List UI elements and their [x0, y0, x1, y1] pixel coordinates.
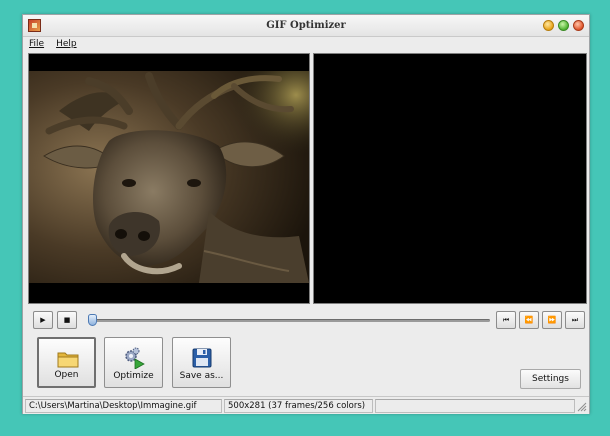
gears-play-icon	[125, 347, 145, 369]
minimize-icon[interactable]	[543, 20, 554, 31]
first-frame-icon: ⏮	[502, 316, 510, 324]
last-frame-icon: ⏭	[571, 316, 579, 324]
menu-help[interactable]: Help	[54, 38, 79, 52]
window-title: GIF Optimizer	[266, 20, 346, 31]
status-file-path: C:\Users\Martina\Desktop\Immagine.gif	[25, 399, 222, 413]
next-frame-icon: ⏩	[547, 316, 557, 324]
seek-slider[interactable]	[88, 319, 490, 322]
previous-frame-button[interactable]: ⏪	[519, 311, 539, 329]
seek-slider-thumb[interactable]	[88, 314, 97, 326]
close-icon[interactable]	[573, 20, 584, 31]
status-bar: C:\Users\Martina\Desktop\Immagine.gif 50…	[23, 396, 589, 414]
play-button[interactable]: ▶	[33, 311, 53, 329]
menu-file[interactable]: File	[27, 38, 46, 52]
app-window: GIF Optimizer File Help ▶ ■ ⏮ ⏪ ⏩ ⏭ Open…	[22, 14, 590, 414]
play-icon: ▶	[40, 316, 46, 324]
floppy-disk-icon	[192, 348, 212, 368]
deer-photo-art	[29, 71, 309, 283]
open-button-label: Open	[54, 370, 79, 380]
status-extra	[375, 399, 575, 413]
optimize-button-label: Optimize	[113, 371, 154, 381]
maximize-icon[interactable]	[558, 20, 569, 31]
title-bar[interactable]: GIF Optimizer	[23, 15, 589, 37]
previous-frame-icon: ⏪	[524, 316, 534, 324]
original-preview-pane	[28, 53, 310, 304]
folder-icon	[57, 352, 79, 368]
playback-controls: ▶ ■ ⏮ ⏪ ⏩ ⏭	[33, 311, 585, 331]
stop-icon: ■	[63, 316, 71, 324]
resize-grip-icon[interactable]	[577, 402, 587, 412]
settings-button[interactable]: Settings	[520, 369, 581, 389]
last-frame-button[interactable]: ⏭	[565, 311, 585, 329]
open-button[interactable]: Open	[37, 337, 96, 388]
status-image-info: 500x281 (37 frames/256 colors)	[224, 399, 373, 413]
save-as-button[interactable]: Save as...	[172, 337, 231, 388]
optimize-button[interactable]: Optimize	[104, 337, 163, 388]
optimized-preview-pane	[313, 53, 587, 304]
first-frame-button[interactable]: ⏮	[496, 311, 516, 329]
stop-button[interactable]: ■	[57, 311, 77, 329]
menu-bar: File Help	[27, 38, 79, 52]
deer-photo	[29, 71, 309, 283]
next-frame-button[interactable]: ⏩	[542, 311, 562, 329]
save-as-button-label: Save as...	[179, 371, 224, 381]
